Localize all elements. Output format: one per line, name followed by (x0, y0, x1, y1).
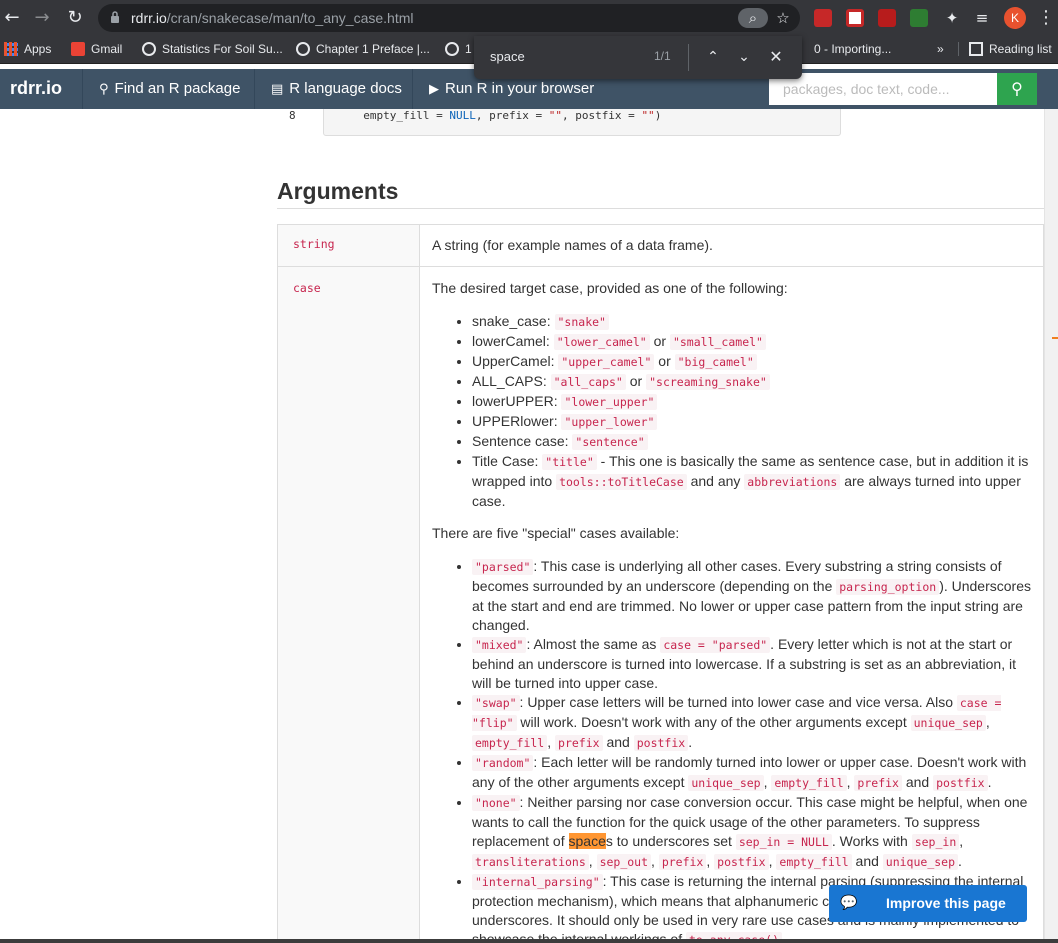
case-list: snake_case: "snake" lowerCamel: "lower_c… (472, 312, 1031, 511)
search-icon: ⚲ (99, 82, 109, 97)
list-item: snake_case: "snake" (472, 312, 1031, 332)
find-close-icon[interactable]: ✕ (765, 46, 787, 68)
arg-description: A string (for example names of a data fr… (432, 237, 713, 253)
list-item: UPPERlower: "upper_lower" (472, 412, 1031, 432)
search-button[interactable]: ⚲ (997, 73, 1037, 105)
list-item: "parsed": This case is underlying all ot… (472, 557, 1031, 635)
special-intro: There are five "special" cases available… (432, 525, 680, 541)
forward-icon[interactable]: → (30, 6, 54, 30)
gmail-icon (71, 42, 85, 56)
document-icon: ▤ (271, 82, 284, 97)
chat-bubble-icon: 💬 (840, 895, 858, 911)
pdf-extension-icon[interactable] (878, 9, 896, 27)
arg-name: string (278, 225, 420, 266)
arg-description: The desired target case, provided as one… (420, 267, 1043, 940)
find-input[interactable]: space (490, 49, 525, 64)
special-list: "parsed": This case is underlying all ot… (472, 557, 1031, 940)
extension-pocket-icon[interactable] (846, 9, 864, 27)
url-text: rdrr.io/cran/snakecase/man/to_any_case.h… (131, 10, 414, 26)
list-item: "swap": Upper case letters will be turne… (472, 693, 1031, 753)
arguments-heading: Arguments (277, 178, 399, 204)
improve-page-button[interactable]: 💬 Improve this page (829, 885, 1027, 922)
find-bar: space 1/1 ⌃ ⌄ ✕ (474, 36, 802, 79)
address-bar[interactable]: rdrr.io/cran/snakecase/man/to_any_case.h… (98, 4, 800, 32)
back-icon[interactable]: ← (0, 6, 24, 30)
bookmark-apps[interactable]: Apps (4, 42, 51, 56)
list-item: "none": Neither parsing nor case convers… (472, 793, 1031, 872)
find-previous-icon[interactable]: ⌃ (702, 46, 724, 68)
case-intro: The desired target case, provided as one… (432, 280, 788, 296)
bookmark-partial[interactable]: 1 (445, 42, 472, 56)
page-content: 8 empty_fill = NULL, prefix = "", postfi… (0, 109, 1044, 940)
extensions-puzzle-icon[interactable]: ✦ (940, 6, 964, 30)
list-item: "random": Each letter will be randomly t… (472, 753, 1031, 793)
apps-grid-icon (4, 42, 18, 56)
nav-find-package[interactable]: ⚲ Find an R package (82, 69, 254, 109)
play-icon: ▶ (429, 82, 439, 97)
reading-list-icon (969, 42, 983, 56)
nav-r-docs[interactable]: ▤ R language docs (254, 69, 412, 109)
bookmark-importing[interactable]: 0 - Importing... (814, 42, 891, 56)
page-scrollbar[interactable] (1044, 109, 1058, 940)
bookmark-statistics[interactable]: Statistics For Soil Su... (142, 42, 283, 56)
bookmark-gmail[interactable]: Gmail (71, 42, 122, 56)
reload-icon[interactable]: ↻ (63, 6, 87, 30)
list-item: lowerUPPER: "lower_upper" (472, 392, 1031, 412)
code-line-number: 8 (289, 109, 296, 122)
site-search-input[interactable] (769, 73, 997, 105)
extension-green-icon[interactable] (910, 9, 928, 27)
heading-divider (277, 208, 1044, 209)
reading-list[interactable]: Reading list (958, 42, 1052, 56)
bottom-edge (0, 939, 1058, 943)
list-item: UpperCamel: "upper_camel" or "big_camel" (472, 352, 1031, 372)
arguments-table: string A string (for example names of a … (277, 224, 1044, 940)
list-item: "mixed": Almost the same as case = "pars… (472, 635, 1031, 693)
media-control-icon[interactable]: ≡ (970, 6, 994, 30)
bookmarks-overflow-icon[interactable]: » (937, 42, 944, 56)
find-highlight: space (568, 833, 606, 849)
list-item: lowerCamel: "lower_camel" or "small_came… (472, 332, 1031, 352)
code-line: empty_fill = NULL, prefix = "", postfix … (350, 109, 662, 122)
lock-icon (111, 11, 119, 23)
list-item: Title Case: "title" - This one is basica… (472, 452, 1031, 511)
list-item: Sentence case: "sentence" (472, 432, 1031, 452)
find-page-icon[interactable]: ⌕ (738, 8, 768, 28)
menu-kebab-icon[interactable]: ⋮ (1034, 6, 1058, 30)
bookmark-chapter1[interactable]: Chapter 1 Preface |... (296, 42, 430, 56)
arg-name: case (278, 267, 420, 940)
find-match-marker (1052, 337, 1058, 339)
list-item: ALL_CAPS: "all_caps" or "screaming_snake… (472, 372, 1031, 392)
globe-icon (142, 42, 156, 56)
find-count: 1/1 (654, 49, 671, 63)
browser-toolbar: ← → ↻ rdrr.io/cran/snakecase/man/to_any_… (0, 0, 1058, 36)
find-next-icon[interactable]: ⌄ (733, 46, 755, 68)
globe-icon (296, 42, 310, 56)
site-brand[interactable]: rdrr.io (10, 78, 62, 99)
star-icon[interactable]: ☆ (772, 8, 794, 28)
profile-avatar[interactable]: K (1004, 7, 1026, 29)
table-row: string A string (for example names of a … (278, 225, 1043, 267)
extension-red-icon[interactable] (814, 9, 832, 27)
find-divider (688, 44, 689, 71)
table-row: case The desired target case, provided a… (278, 267, 1043, 940)
globe-icon (445, 42, 459, 56)
